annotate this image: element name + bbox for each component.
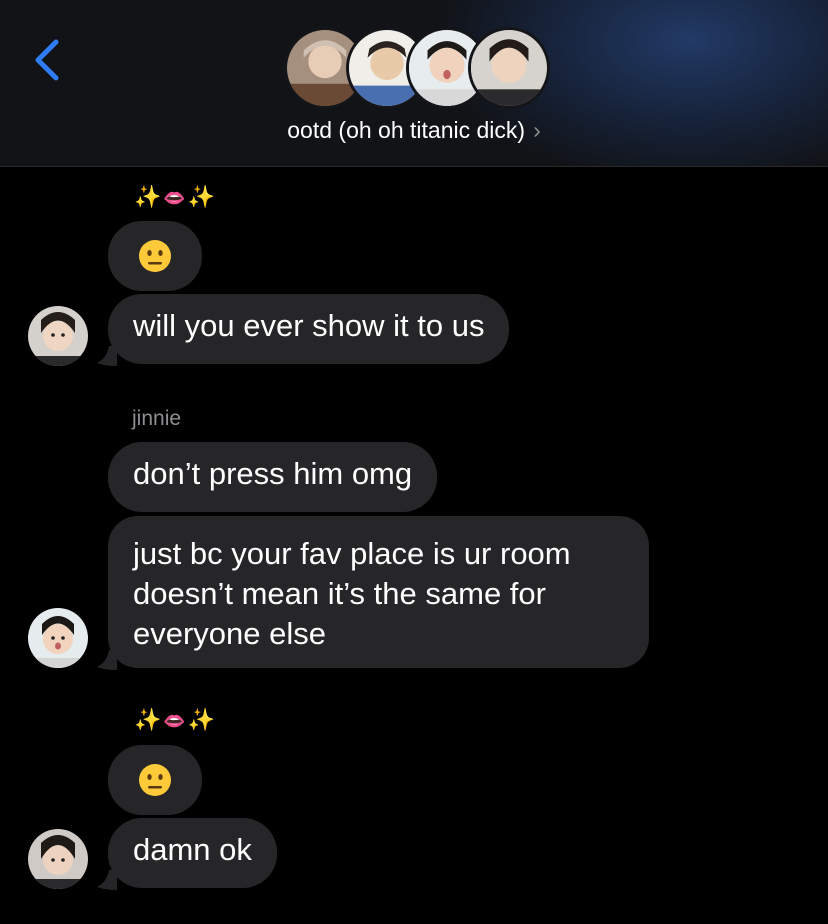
avatar[interactable] — [28, 608, 88, 668]
avatar[interactable] — [28, 306, 88, 366]
group-avatars[interactable] — [284, 27, 550, 109]
message-text-line: doesn’t mean it’s the same for — [133, 576, 546, 611]
message-bubble-emoji[interactable] — [108, 745, 202, 815]
message-bubble[interactable]: don’t press him omg — [108, 442, 438, 512]
tapback-reaction[interactable]: ✨👄✨ — [134, 707, 217, 733]
message-text: don’t press him omg — [133, 456, 413, 491]
back-button[interactable] — [30, 38, 66, 82]
conversation-header: ootd (oh oh titanic dick) › — [0, 0, 828, 167]
sparkles-emoji: ✨ — [187, 184, 218, 209]
message-text: damn ok — [133, 832, 252, 867]
lips-emoji: 👄 — [163, 711, 188, 731]
neutral-face-emoji-icon — [139, 240, 171, 272]
chevron-right-icon: › — [533, 117, 541, 143]
message-bubble[interactable]: will you ever show it to us — [108, 294, 510, 364]
neutral-face-emoji-icon — [139, 764, 171, 796]
message-bubble[interactable]: damn ok — [108, 818, 277, 888]
message-text-line: just bc your fav place is ur room — [133, 536, 571, 571]
avatar[interactable] — [28, 829, 88, 889]
message-text-line: everyone else — [133, 616, 327, 651]
lips-emoji: 👄 — [163, 188, 188, 208]
bubble-tail — [97, 650, 117, 670]
bubble-tail — [97, 346, 117, 366]
group-name: ootd (oh oh titanic dick) — [287, 117, 526, 143]
sender-name: jinnie — [132, 407, 182, 430]
tapback-reaction[interactable]: ✨👄✨ — [134, 184, 217, 210]
bubble-tail — [97, 870, 117, 890]
chevron-left-icon — [35, 39, 59, 81]
group-name-button[interactable]: ootd (oh oh titanic dick) › — [0, 117, 828, 144]
sparkles-emoji: ✨ — [187, 707, 218, 732]
sparkles-emoji: ✨ — [134, 707, 164, 732]
sparkles-emoji: ✨ — [134, 184, 164, 209]
group-avatar-4 — [468, 27, 550, 109]
message-text: will you ever show it to us — [133, 308, 485, 343]
message-bubble[interactable]: just bc your fav place is ur room doesn’… — [108, 516, 649, 668]
message-bubble-emoji[interactable] — [108, 221, 202, 291]
